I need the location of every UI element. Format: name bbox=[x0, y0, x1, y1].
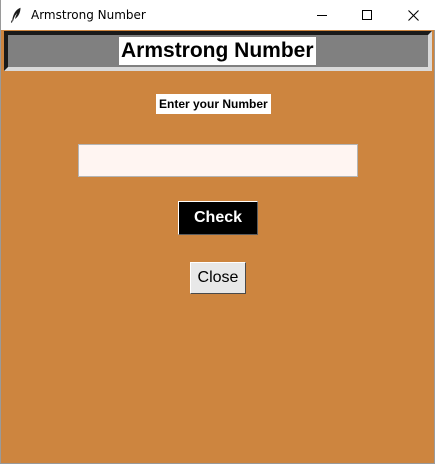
title-bar[interactable]: Armstrong Number bbox=[1, 0, 435, 30]
page-title: Armstrong Number bbox=[119, 37, 316, 65]
app-window: Armstrong Number Armstrong Number Enter … bbox=[0, 0, 435, 464]
minimize-button[interactable] bbox=[299, 0, 345, 30]
number-prompt-label: Enter your Number bbox=[156, 94, 271, 114]
maximize-button[interactable] bbox=[344, 0, 390, 30]
check-button[interactable]: Check bbox=[178, 201, 258, 235]
maximize-icon bbox=[362, 10, 372, 20]
number-input[interactable] bbox=[78, 144, 358, 177]
window-title: Armstrong Number bbox=[31, 8, 146, 22]
close-window-button[interactable] bbox=[390, 0, 435, 30]
close-button[interactable]: Close bbox=[190, 262, 246, 294]
feather-icon bbox=[10, 7, 22, 23]
close-icon bbox=[407, 9, 419, 21]
minimize-icon bbox=[317, 15, 327, 16]
